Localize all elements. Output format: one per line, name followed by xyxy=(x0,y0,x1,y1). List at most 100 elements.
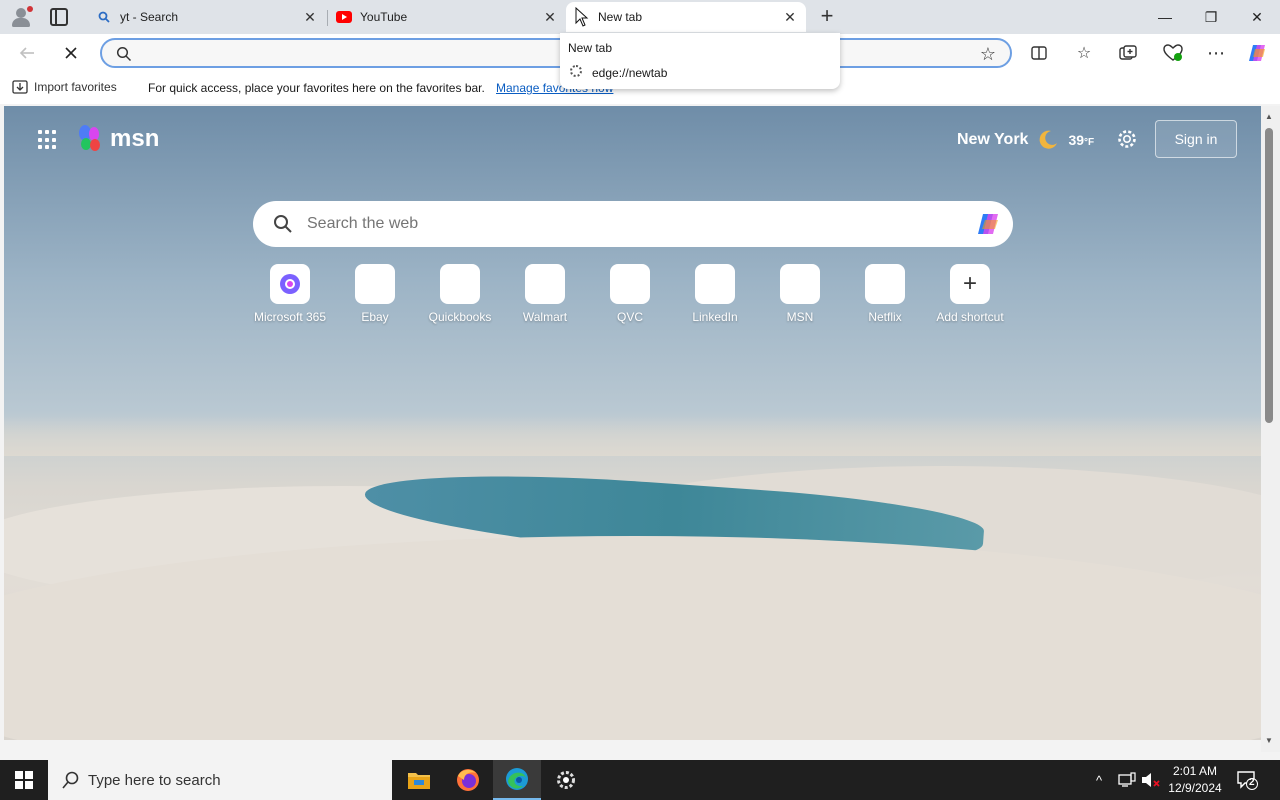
tab-youtube[interactable]: YouTube ✕ xyxy=(328,2,566,32)
edge-icon[interactable] xyxy=(493,760,541,800)
browser-essentials-icon[interactable] xyxy=(1162,42,1184,64)
cursor-icon xyxy=(574,7,590,27)
shortcut-msn[interactable]: MSN xyxy=(760,264,840,324)
import-favorites-button[interactable]: Import favorites xyxy=(12,80,117,94)
msn-icon xyxy=(780,264,820,304)
profile-icon[interactable] xyxy=(10,6,33,28)
close-window-button[interactable]: ✕ xyxy=(1234,0,1280,34)
action-center-icon[interactable]: 2 xyxy=(1236,770,1258,790)
settings-app-icon[interactable] xyxy=(542,760,590,800)
shortcut-walmart[interactable]: Walmart xyxy=(505,264,585,324)
favorites-icon[interactable]: ☆ xyxy=(1073,42,1095,64)
loading-spinner-icon xyxy=(570,65,582,77)
import-icon xyxy=(12,80,28,94)
system-clock[interactable]: 2:01 AM 12/9/2024 xyxy=(1160,763,1230,797)
walmart-icon xyxy=(525,264,565,304)
favorites-tip: For quick access, place your favorites h… xyxy=(148,81,485,95)
search-icon xyxy=(273,214,293,237)
settings-gear-icon[interactable] xyxy=(1116,128,1138,156)
quickbooks-icon xyxy=(440,264,480,304)
start-button[interactable] xyxy=(0,760,48,800)
firefox-icon[interactable] xyxy=(444,760,492,800)
temperature-value: 39 xyxy=(1068,132,1085,148)
notification-count: 2 xyxy=(1249,777,1255,788)
volume-muted-icon[interactable] xyxy=(1141,760,1161,800)
tab-title: YouTube xyxy=(360,10,408,24)
microsoft365-icon xyxy=(270,264,310,304)
web-search-box[interactable] xyxy=(253,201,1013,247)
msn-butterfly-icon xyxy=(79,125,100,151)
clock-date: 12/9/2024 xyxy=(1168,781,1222,795)
weather-widget[interactable]: New York 39°F xyxy=(957,128,1094,152)
new-tab-button[interactable]: + xyxy=(816,5,838,28)
msn-logo-text: msn xyxy=(110,125,160,152)
minimize-button[interactable]: — xyxy=(1142,0,1188,34)
address-bar[interactable]: ☆ xyxy=(100,38,1012,68)
scrollbar-thumb[interactable] xyxy=(1265,128,1273,423)
close-tab-icon[interactable]: ✕ xyxy=(782,9,798,25)
search-icon xyxy=(62,771,80,792)
clock-time: 2:01 AM xyxy=(1172,764,1218,778)
taskbar-search-box[interactable]: Type here to search xyxy=(48,760,392,800)
tab-title: yt - Search xyxy=(120,10,179,24)
add-shortcut-button[interactable]: + Add shortcut xyxy=(930,264,1010,324)
shortcut-label: Ebay xyxy=(361,310,389,324)
windows-logo-icon xyxy=(15,771,33,789)
network-icon[interactable] xyxy=(1118,760,1136,800)
shortcut-label: Add shortcut xyxy=(936,310,1004,324)
show-hidden-icons-icon[interactable]: ^ xyxy=(1096,760,1102,800)
tab-new-tab[interactable]: New tab ✕ xyxy=(566,2,806,32)
weather-temperature: 39°F xyxy=(1068,132,1094,148)
shortcut-linkedin[interactable]: LinkedIn xyxy=(675,264,755,324)
hover-card-url: edge://newtab xyxy=(592,66,668,80)
import-favorites-label: Import favorites xyxy=(34,80,117,94)
shortcut-microsoft365[interactable]: Microsoft 365 xyxy=(250,264,330,324)
shortcut-ebay[interactable]: Ebay xyxy=(335,264,415,324)
web-search-input[interactable] xyxy=(307,213,907,235)
msn-logo[interactable]: msn xyxy=(76,124,159,154)
file-explorer-icon[interactable] xyxy=(395,760,443,800)
copilot-icon[interactable] xyxy=(975,210,1003,238)
shortcut-qvc[interactable]: QVC xyxy=(590,264,670,324)
close-icon xyxy=(65,47,77,59)
hover-card-title: New tab xyxy=(568,41,613,55)
back-arrow-icon xyxy=(19,47,34,59)
stop-loading-button[interactable] xyxy=(58,41,84,65)
weather-city: New York xyxy=(957,131,1029,148)
back-button[interactable] xyxy=(14,41,40,65)
favorite-star-icon[interactable]: ☆ xyxy=(980,44,996,65)
close-tab-icon[interactable]: ✕ xyxy=(542,9,558,25)
app-launcher-icon[interactable] xyxy=(38,130,58,150)
search-icon xyxy=(116,46,132,65)
shortcut-netflix[interactable]: Netflix xyxy=(845,264,925,324)
moon-icon xyxy=(1040,130,1058,149)
shortcut-label: Walmart xyxy=(522,310,568,324)
windows-taskbar: Type here to search ^ 2:01 AM 12/9/2024 … xyxy=(0,760,1280,800)
shortcut-label: QVC xyxy=(616,310,643,324)
tab-yt-search[interactable]: yt - Search ✕ xyxy=(88,2,326,32)
shortcut-quickbooks[interactable]: Quickbooks xyxy=(420,264,500,324)
tab-strip: yt - Search ✕ YouTube ✕ New tab ✕ + — ❐ … xyxy=(0,0,1280,34)
background-horizon xyxy=(4,416,1261,456)
tab-hover-card: New tab edge://newtab xyxy=(560,33,840,89)
collections-icon[interactable] xyxy=(1117,42,1139,64)
shortcuts-row: Microsoft 365 Ebay Quickbooks Walmart QV… xyxy=(250,264,1010,324)
notification-dot xyxy=(27,6,33,12)
copilot-icon[interactable] xyxy=(1247,42,1269,64)
shortcut-label: Netflix xyxy=(868,310,902,324)
close-tab-icon[interactable]: ✕ xyxy=(302,9,318,25)
msn-new-tab-page: msn New York 39°F Sign in Microsoft 365 … xyxy=(4,106,1261,740)
shortcut-label: Quickbooks xyxy=(428,310,492,324)
shortcut-label: MSN xyxy=(786,310,814,324)
more-options-icon[interactable]: ⋯ xyxy=(1205,42,1227,64)
search-icon xyxy=(96,9,112,25)
scroll-down-arrow-icon[interactable]: ▼ xyxy=(1265,736,1273,745)
page-scrollbar[interactable]: ▲ ▼ xyxy=(1261,106,1280,752)
scroll-up-arrow-icon[interactable]: ▲ xyxy=(1265,112,1273,121)
sign-in-button[interactable]: Sign in xyxy=(1155,120,1237,158)
background-dune xyxy=(4,536,1261,740)
restore-button[interactable]: ❐ xyxy=(1188,0,1234,34)
split-screen-icon[interactable] xyxy=(1028,42,1050,64)
taskbar-search-placeholder: Type here to search xyxy=(88,771,221,789)
tab-actions-icon[interactable] xyxy=(50,8,68,26)
